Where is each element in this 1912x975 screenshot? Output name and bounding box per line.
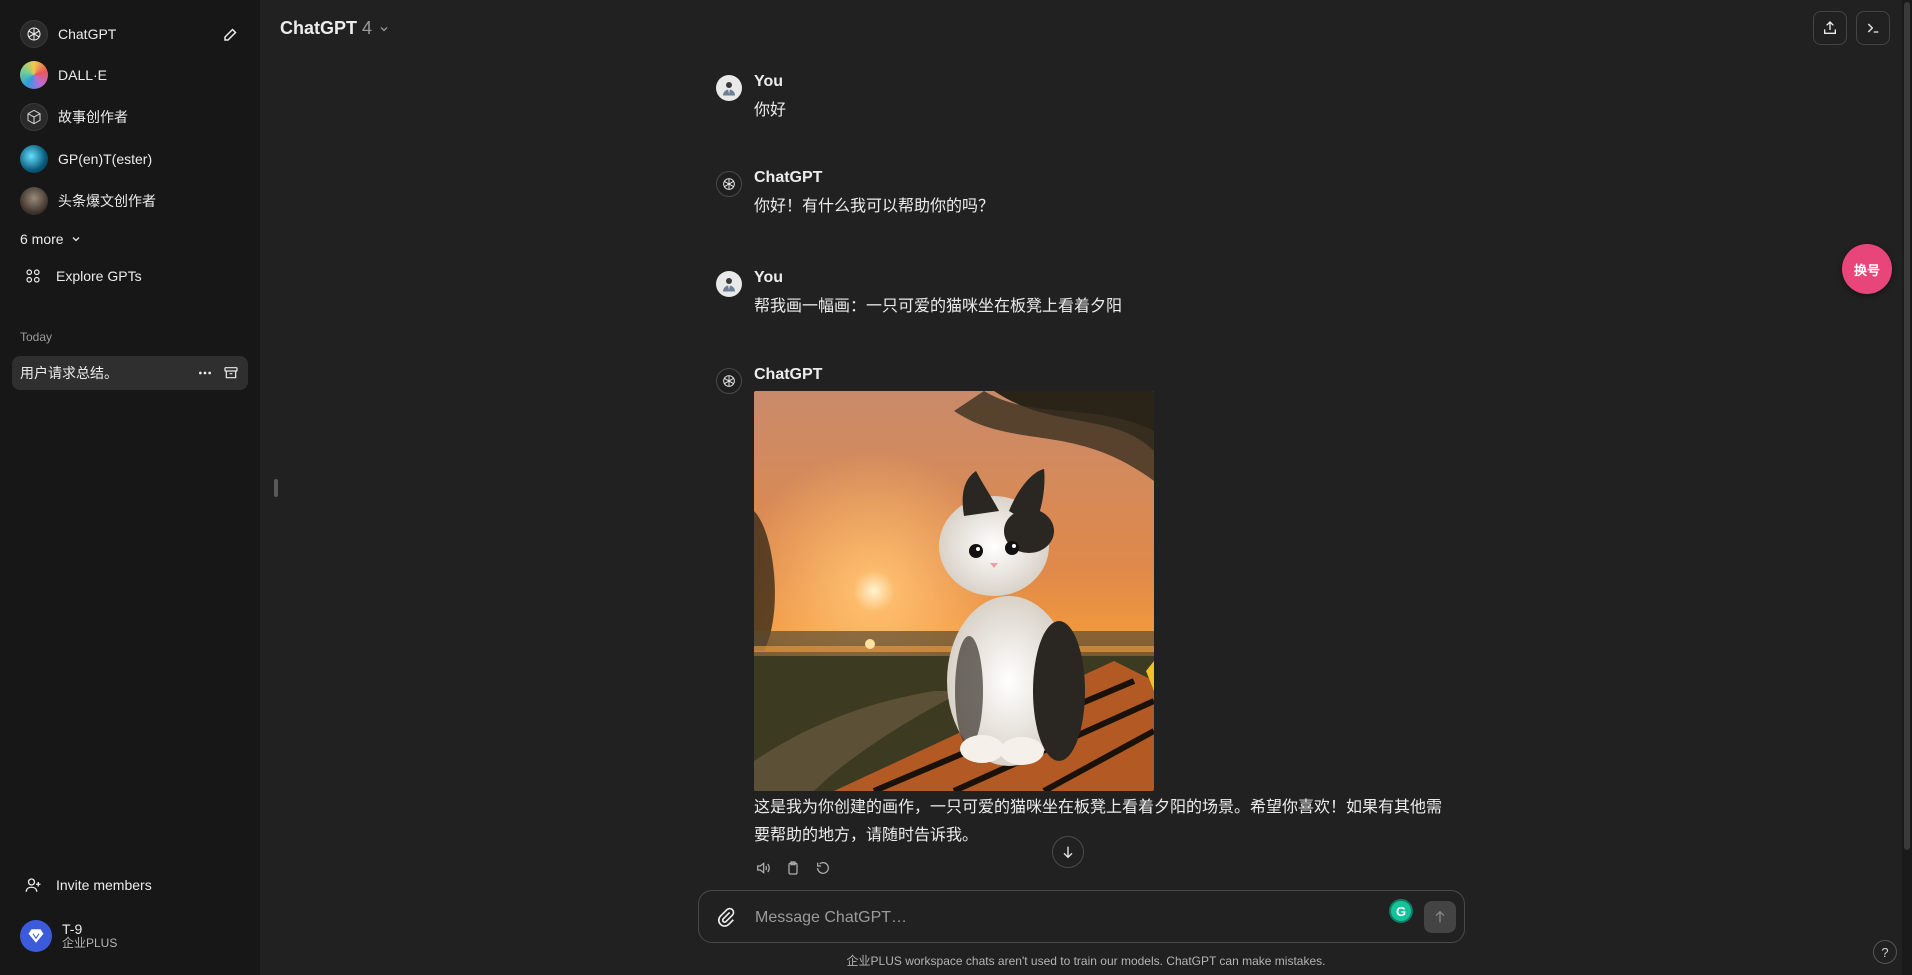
- send-button[interactable]: [1424, 901, 1456, 933]
- chevron-down-icon: [70, 233, 82, 245]
- sidebar-item-label: 故事创作者: [58, 109, 128, 125]
- sidebar-resize-handle[interactable]: [274, 479, 278, 497]
- sidebar-item-chatgpt[interactable]: ChatGPT: [12, 15, 248, 53]
- model-selector[interactable]: ChatGPT 4: [280, 18, 390, 39]
- section-heading-today: Today: [20, 330, 53, 344]
- sidebar-item-label: 头条爆文创作者: [58, 193, 156, 209]
- scroll-to-bottom-button[interactable]: [1052, 836, 1084, 868]
- user-avatar: [716, 75, 742, 101]
- more-gpts-toggle[interactable]: 6 more: [20, 231, 82, 247]
- sidebar-item-label: GP(en)T(ester): [58, 151, 153, 167]
- scrollbar[interactable]: [1902, 0, 1912, 975]
- invite-members-button[interactable]: Invite members: [24, 876, 152, 894]
- explore-label: Explore GPTs: [56, 268, 142, 284]
- message-text: 你好: [754, 102, 787, 119]
- grid-icon: [24, 267, 42, 285]
- arrow-down-icon: [1060, 844, 1076, 860]
- share-button[interactable]: [1813, 11, 1847, 45]
- sidebar-item-story-creator[interactable]: 故事创作者: [12, 98, 248, 136]
- terminal-icon: [1865, 20, 1881, 36]
- switch-account-floating-button[interactable]: 换号: [1842, 244, 1892, 294]
- sidebar-item-gpentester[interactable]: GP(en)T(ester): [12, 140, 248, 178]
- regenerate-icon[interactable]: [814, 859, 832, 877]
- message-input[interactable]: [753, 891, 1357, 944]
- sidebar-item-label: ChatGPT: [58, 26, 117, 42]
- chat-history-item[interactable]: 用户请求总结。: [12, 356, 248, 390]
- grammarly-icon[interactable]: G: [1389, 899, 1413, 923]
- new-chat-icon[interactable]: [222, 25, 240, 43]
- user-plan: 企业PLUS: [62, 936, 118, 950]
- message-text: 你好！有什么我可以帮助你的吗？: [754, 198, 995, 215]
- message-author: You: [754, 73, 784, 90]
- photo-avatar: [20, 187, 48, 215]
- message-author: ChatGPT: [754, 169, 823, 186]
- user-avatar: [716, 271, 742, 297]
- cube-icon: [20, 103, 48, 131]
- message-user-2: You 帮我画一幅画：一只可爱的猫咪坐在板凳上看着夕阳: [716, 269, 1456, 329]
- copy-icon[interactable]: [784, 859, 802, 877]
- sidebar-item-toutiao-writer[interactable]: 头条爆文创作者: [12, 182, 248, 220]
- workspace-avatar: [20, 920, 52, 952]
- invite-label: Invite members: [56, 877, 152, 893]
- user-name: T-9: [62, 921, 83, 937]
- chat-title: 用户请求总结。: [20, 365, 118, 381]
- share-icon: [1822, 20, 1838, 36]
- message-assistant-1: ChatGPT 你好！有什么我可以帮助你的吗？: [716, 169, 1456, 229]
- message-text: 这是我为你创建的画作，一只可爱的猫咪坐在板凳上看着夕阳的场景。希望你喜欢！如果有…: [754, 799, 1443, 844]
- message-actions: [754, 859, 832, 877]
- globe-avatar: [20, 145, 48, 173]
- help-button[interactable]: ?: [1873, 940, 1897, 964]
- disclaimer-text: PLUS workspace chats aren't used to trai…: [870, 954, 1326, 968]
- terminal-button[interactable]: [1856, 11, 1890, 45]
- message-text: 帮我画一幅画：一只可爱的猫咪坐在板凳上看着夕阳: [754, 298, 1123, 315]
- message-author: You: [754, 269, 784, 286]
- scrollbar-thumb[interactable]: [1904, 2, 1910, 850]
- disclaimer: 企业PLUS workspace chats aren't used to tr…: [260, 952, 1912, 969]
- chatgpt-logo-icon: [20, 20, 48, 48]
- help-label: ?: [1881, 944, 1889, 960]
- explore-gpts-button[interactable]: Explore GPTs: [24, 267, 142, 285]
- sidebar: ChatGPT DALL·E 故事创作者 GP(en)T(ester) 头条爆文…: [0, 0, 260, 975]
- sidebar-item-label: DALL·E: [58, 67, 108, 83]
- attach-icon[interactable]: [715, 906, 737, 928]
- message-user-1: You 你好: [716, 73, 1456, 133]
- message-author: ChatGPT: [754, 366, 823, 383]
- message-composer: G: [698, 890, 1465, 944]
- user-menu[interactable]: T-9 企业PLUS: [20, 920, 117, 952]
- add-user-icon: [24, 876, 42, 894]
- workspace-brand: 企业: [846, 954, 871, 968]
- more-options-icon[interactable]: [196, 364, 214, 382]
- sidebar-item-dalle[interactable]: DALL·E: [12, 56, 248, 94]
- chatgpt-logo-icon: [716, 368, 742, 394]
- model-name: ChatGPT: [280, 18, 358, 38]
- generated-image[interactable]: [754, 391, 1154, 791]
- more-label: 6 more: [20, 231, 64, 247]
- chevron-down-icon: [372, 23, 390, 35]
- message-assistant-2-text: 这是我为你创建的画作，一只可爱的猫咪坐在板凳上看着夕阳的场景。希望你喜欢！如果有…: [716, 794, 1456, 854]
- archive-icon[interactable]: [222, 364, 240, 382]
- chatgpt-logo-icon: [716, 171, 742, 197]
- read-aloud-icon[interactable]: [754, 859, 772, 877]
- model-version: 4: [362, 18, 373, 38]
- arrow-up-icon: [1432, 909, 1448, 925]
- dalle-avatar: [20, 61, 48, 89]
- switch-account-label: 换号: [1853, 262, 1880, 278]
